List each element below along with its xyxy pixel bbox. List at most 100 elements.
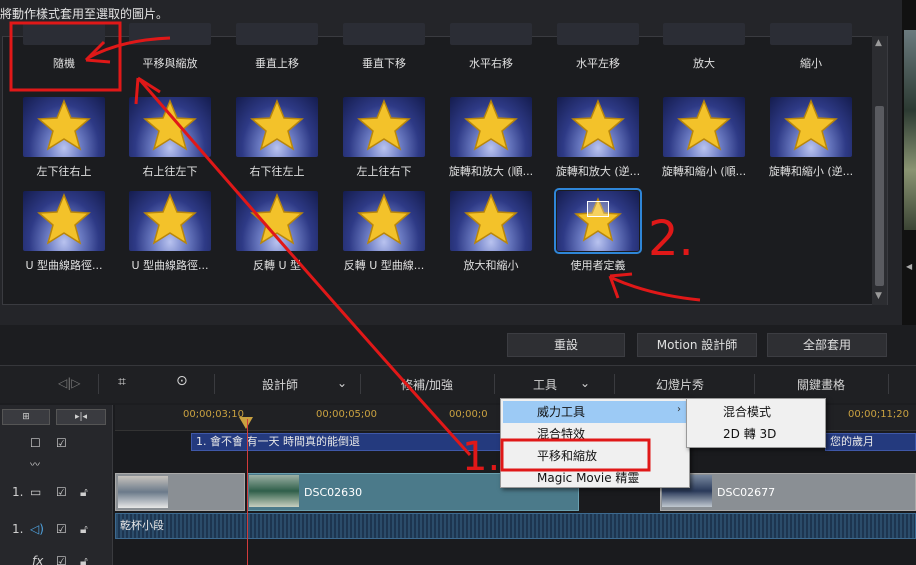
tile-label: 使用者定義 <box>570 259 626 272</box>
tile-thumbnail <box>557 23 639 45</box>
ruler-timecode: 00;00;03;10 <box>183 409 245 420</box>
tile-thumbnail <box>129 191 211 251</box>
submenu-item-blend-mode[interactable]: 混合模式 <box>689 401 823 423</box>
menu-item-power-tools[interactable]: 威力工具 <box>503 401 687 423</box>
tile-thumbnail <box>23 23 105 45</box>
toolbar-divider <box>494 374 495 394</box>
chevron-down-icon[interactable]: ⌄ <box>337 376 347 390</box>
fit-timeline-icon[interactable]: ▸|◂ <box>56 409 106 425</box>
tile-thumbnail <box>236 191 318 251</box>
tile-thumbnail <box>343 191 425 251</box>
scroll-down-icon[interactable]: ▼ <box>875 291 882 301</box>
track-enable-checkbox[interactable]: ☑ <box>56 436 67 450</box>
ruler-timecode: 00;00;05;00 <box>316 409 378 420</box>
tile-rotate-zoomin-ccw[interactable]: 旋轉和放大 (逆... <box>545 97 651 189</box>
tile-thumbnail <box>450 97 532 157</box>
keyframe-button[interactable]: 關鍵畫格 <box>797 376 845 393</box>
tile-rotate-zoomin-cw[interactable]: 旋轉和放大 (順... <box>438 97 544 189</box>
tile-label: 水平右移 <box>469 57 513 70</box>
scroll-up-icon[interactable]: ▲ <box>875 38 882 48</box>
tile-label: 旋轉和放大 (順... <box>448 165 534 178</box>
tile-label: U 型曲線路徑... <box>131 259 209 272</box>
tile-thumbnail <box>770 23 852 45</box>
tile-br-to-tl[interactable]: 右下往左上 <box>224 97 330 189</box>
toolbar-divider <box>614 374 615 394</box>
lock-icon[interactable]: 🔓︎ <box>80 554 88 565</box>
tile-inverse-u[interactable]: 反轉 U 型 <box>224 191 330 283</box>
collapse-arrow-icon[interactable]: ◀ <box>906 262 912 271</box>
audio-track-number: 1. <box>12 522 24 536</box>
star-icon <box>784 99 838 151</box>
power-tools-submenu: 混合模式 2D 轉 3D <box>686 398 826 448</box>
tile-tl-to-br[interactable]: 左上往右下 <box>331 97 437 189</box>
crop-frame-icon <box>587 201 609 217</box>
video-track-number: 1. <box>12 485 24 499</box>
tile-tr-to-bl[interactable]: 右上往左下 <box>117 97 223 189</box>
track-enable-checkbox[interactable]: ☑ <box>56 554 67 565</box>
playhead-handle[interactable] <box>239 417 253 429</box>
star-icon <box>357 99 411 151</box>
track-enable-checkbox[interactable]: ☑ <box>56 522 67 536</box>
tile-thumbnail <box>129 23 211 45</box>
fix-enhance-button[interactable]: 修補/加強 <box>401 376 453 393</box>
tile-inverse-u-curve[interactable]: 反轉 U 型曲線... <box>331 191 437 283</box>
lock-icon[interactable]: 🔓︎ <box>80 522 88 537</box>
chevron-circle-icon[interactable]: ⊙ <box>176 373 188 389</box>
tile-rotate-zoomout-cw[interactable]: 旋轉和縮小 (順... <box>651 97 757 189</box>
grid-scrollbar[interactable]: ▲ ▼ <box>872 36 887 305</box>
tile-u-curve-1[interactable]: U 型曲線路徑... <box>11 191 117 283</box>
preview-image <box>904 30 916 230</box>
chevron-down-icon[interactable]: ⌄ <box>580 376 590 390</box>
tools-menu[interactable]: 工具 <box>533 376 557 393</box>
preview-strip: ◀ <box>902 0 916 325</box>
tile-label: 平移與縮放 <box>142 57 198 70</box>
playhead-line <box>247 419 248 565</box>
video-clip[interactable] <box>115 473 245 511</box>
motion-designer-button[interactable]: Motion 設計師 <box>637 333 757 357</box>
tile-bl-to-tr[interactable]: 左下往右上 <box>11 97 117 189</box>
tile-label: U 型曲線路徑... <box>25 259 103 272</box>
toolbar-divider <box>360 374 361 394</box>
tile-thumbnail <box>236 97 318 157</box>
star-icon <box>464 193 518 245</box>
tile-label: 右上往左下 <box>142 165 198 178</box>
submenu-item-2d-to-3d[interactable]: 2D 轉 3D <box>689 423 823 445</box>
lock-icon[interactable]: 🔓︎ <box>80 485 88 500</box>
tile-zoom-in-out[interactable]: 放大和縮小 <box>438 191 544 283</box>
track-manager-icon[interactable]: ⊞ <box>2 409 50 425</box>
split-icon[interactable]: ◁|▷ <box>58 376 81 390</box>
audio-clip[interactable]: 乾杯小段 <box>115 513 916 539</box>
tile-thumbnail <box>450 23 532 45</box>
menu-item-blend[interactable]: 混合特效 <box>503 423 687 445</box>
tile-label: 垂直下移 <box>362 57 406 70</box>
tile-label: 水平左移 <box>576 57 620 70</box>
tile-label: 旋轉和縮小 (順... <box>661 165 747 178</box>
panel-hint: 將動作樣式套用至選取的圖片。 <box>0 7 169 21</box>
track-enable-checkbox[interactable]: ☑ <box>56 485 67 499</box>
apply-all-button[interactable]: 全部套用 <box>767 333 887 357</box>
video-track-icon: ▭ <box>30 485 42 499</box>
tile-thumbnail <box>554 188 642 254</box>
clip-thumbnail <box>118 476 168 508</box>
tile-thumbnail <box>450 191 532 251</box>
slideshow-button[interactable]: 幻燈片秀 <box>656 376 704 393</box>
tile-thumbnail <box>343 97 425 157</box>
designer-menu[interactable]: 設計師 <box>262 376 298 393</box>
track-headers: ⊞ ▸|◂ ☐ ☑ 〰 1. ▭ ☑ 🔓︎ 1. ◁) ☑ 🔓︎ fx ☑ 🔓︎ <box>0 405 113 565</box>
reset-button[interactable]: 重設 <box>507 333 625 357</box>
tile-label: 反轉 U 型 <box>252 259 302 272</box>
tile-thumbnail <box>663 23 745 45</box>
menu-item-pan-zoom[interactable]: 平移和縮放 <box>503 445 687 467</box>
title-clip[interactable]: 您的歲月 <box>825 433 916 451</box>
scrollbar-thumb[interactable] <box>875 106 884 286</box>
tile-rotate-zoomout-ccw[interactable]: 旋轉和縮小 (逆... <box>758 97 864 189</box>
tile-user-defined[interactable]: 使用者定義 <box>545 188 651 283</box>
tools-context-menu: 威力工具 › 混合特效 平移和縮放 Magic Movie 精靈 <box>500 398 690 488</box>
crop-icon[interactable]: ⌗ <box>118 374 126 390</box>
ruler-timecode: 00;00;0 <box>449 409 488 420</box>
tile-thumbnail <box>770 97 852 157</box>
menu-item-magic-movie[interactable]: Magic Movie 精靈 <box>503 467 687 489</box>
star-icon <box>464 99 518 151</box>
tile-u-curve-2[interactable]: U 型曲線路徑... <box>117 191 223 283</box>
motion-style-panel: 將動作樣式套用至選取的圖片。 隨機 平移與縮放 垂直上移 垂直下移 水平右移 水… <box>0 0 902 325</box>
